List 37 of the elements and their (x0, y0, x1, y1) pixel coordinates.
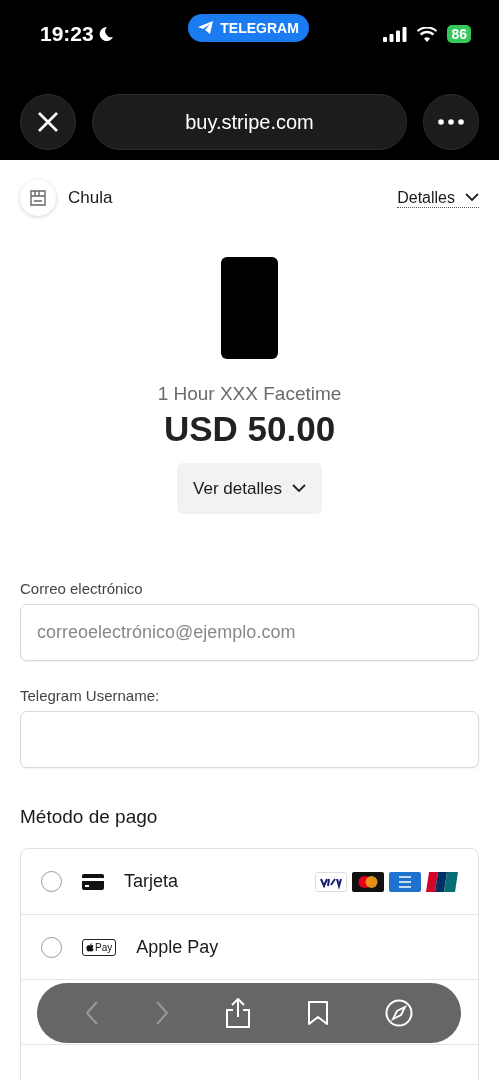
section-title: Método de pago (20, 806, 159, 828)
moon-icon (97, 26, 114, 42)
input-field[interactable]: correoelectrónico@ejemplo.com (20, 604, 479, 661)
unionpay-logo-icon (426, 871, 458, 892)
payment-method-label[interactable]: Tarjeta (124, 871, 295, 892)
input-field[interactable] (20, 711, 479, 768)
field-label: Telegram Username: (20, 687, 161, 704)
share-icon[interactable] (225, 998, 251, 1028)
amex-logo-icon (389, 871, 421, 892)
signal-icon (383, 26, 408, 42)
radio-button[interactable] (41, 936, 62, 958)
url-bar[interactable]: buy.stripe.com (92, 94, 407, 150)
wifi-icon (417, 26, 438, 42)
product-price: USD 50.00 (163, 409, 336, 449)
details-link[interactable]: Detalles (397, 188, 479, 208)
product-name: 1 Hour XXX Facetime (157, 383, 342, 405)
compass-icon[interactable] (385, 999, 413, 1027)
mastercard-logo-icon (352, 871, 384, 892)
payment-method-label[interactable]: Apple Pay (136, 936, 458, 958)
apple-pay-icon: Pay (82, 938, 117, 956)
battery-level: 86 (447, 25, 471, 43)
card-icon (82, 873, 104, 890)
merchant-name: Chula (68, 188, 113, 208)
radio-button[interactable] (41, 871, 62, 892)
field-label: Correo electrónico (20, 580, 144, 597)
bookmark-icon[interactable] (307, 1000, 329, 1026)
more-icon (438, 119, 464, 125)
close-icon (37, 111, 59, 133)
clock-time: 19:23 (40, 22, 114, 46)
chevron-down-icon (291, 484, 306, 493)
telegram-pill[interactable]: TELEGRAM (188, 14, 309, 42)
paper-plane-icon (198, 21, 215, 35)
close-button[interactable] (20, 94, 76, 150)
visa-logo-icon (315, 871, 347, 892)
chevron-down-icon (465, 193, 479, 202)
view-details-button[interactable]: Ver detalles (177, 463, 322, 514)
more-button[interactable] (423, 94, 479, 150)
